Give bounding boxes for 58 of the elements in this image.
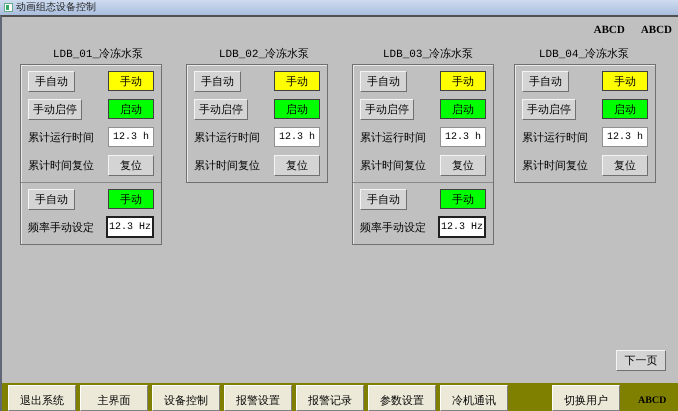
nav-button[interactable]: 切换用户: [552, 385, 620, 411]
field-label: 频率手动设定: [28, 220, 94, 234]
nav-label: ABCD: [637, 394, 666, 408]
reset-button[interactable]: 复位: [602, 154, 648, 176]
field-label: 累计运行时间: [522, 130, 588, 144]
status-indicator: 启动: [108, 99, 154, 119]
nav-button[interactable]: 退出系统: [8, 385, 76, 411]
mode-button[interactable]: 手自动: [522, 70, 569, 92]
pump-title: LDB_02_冷冻水泵: [218, 46, 310, 61]
setpoint-field[interactable]: 12.3 Hz: [438, 216, 486, 238]
value-field: 12.3 h: [108, 127, 154, 147]
mode-button[interactable]: 手动启停: [360, 98, 414, 120]
nav-button[interactable]: 报警设置: [224, 385, 292, 411]
reset-button[interactable]: 复位: [274, 154, 320, 176]
pump-title: LDB_04_冷冻水泵: [538, 46, 630, 61]
nav-button[interactable]: 参数设置: [368, 385, 436, 411]
status-indicator: 启动: [274, 99, 320, 119]
next-page-button[interactable]: 下一页: [616, 350, 666, 371]
value-field: 12.3 h: [440, 127, 486, 147]
header-label: ABCD: [640, 24, 672, 38]
mode-button[interactable]: 手自动: [28, 188, 75, 210]
status-indicator: 手动: [440, 189, 486, 209]
status-indicator: 手动: [274, 71, 320, 91]
status-indicator: 手动: [602, 71, 648, 91]
app-icon: [4, 3, 13, 12]
field-label: 累计运行时间: [194, 130, 260, 144]
pump-title: LDB_01_冷冻水泵: [52, 46, 144, 61]
mode-button[interactable]: 手动启停: [28, 98, 82, 120]
field-label: 累计时间复位: [194, 158, 260, 172]
mode-button[interactable]: 手自动: [194, 70, 241, 92]
nav-button[interactable]: 主界面: [80, 385, 148, 411]
mode-button[interactable]: 手自动: [28, 70, 75, 92]
field-label: 累计时间复位: [522, 158, 588, 172]
value-field: 12.3 h: [274, 127, 320, 147]
mode-button[interactable]: 手自动: [360, 70, 407, 92]
setpoint-field[interactable]: 12.3 Hz: [106, 216, 154, 238]
field-label: 累计运行时间: [360, 130, 426, 144]
mode-button[interactable]: 手动启停: [194, 98, 248, 120]
pump-title: LDB_03_冷冻水泵: [382, 46, 474, 61]
status-indicator: 手动: [440, 71, 486, 91]
window-title: 动画组态设备控制: [16, 2, 96, 12]
status-indicator: 启动: [440, 99, 486, 119]
field-label: 累计时间复位: [28, 158, 94, 172]
nav-button[interactable]: 报警记录: [296, 385, 364, 411]
status-indicator: 手动: [108, 189, 154, 209]
reset-button[interactable]: 复位: [108, 154, 154, 176]
mode-button[interactable]: 手自动: [360, 188, 407, 210]
field-label: 累计时间复位: [360, 158, 426, 172]
mode-button[interactable]: 手动启停: [522, 98, 576, 120]
field-label: 累计运行时间: [28, 130, 94, 144]
nav-button[interactable]: 冷机通讯: [440, 385, 508, 411]
status-indicator: 启动: [602, 99, 648, 119]
reset-button[interactable]: 复位: [440, 154, 486, 176]
nav-button[interactable]: 设备控制: [152, 385, 220, 411]
field-label: 频率手动设定: [360, 220, 426, 234]
header-label: ABCD: [594, 24, 625, 38]
value-field: 12.3 h: [602, 127, 648, 147]
status-indicator: 手动: [108, 71, 154, 91]
